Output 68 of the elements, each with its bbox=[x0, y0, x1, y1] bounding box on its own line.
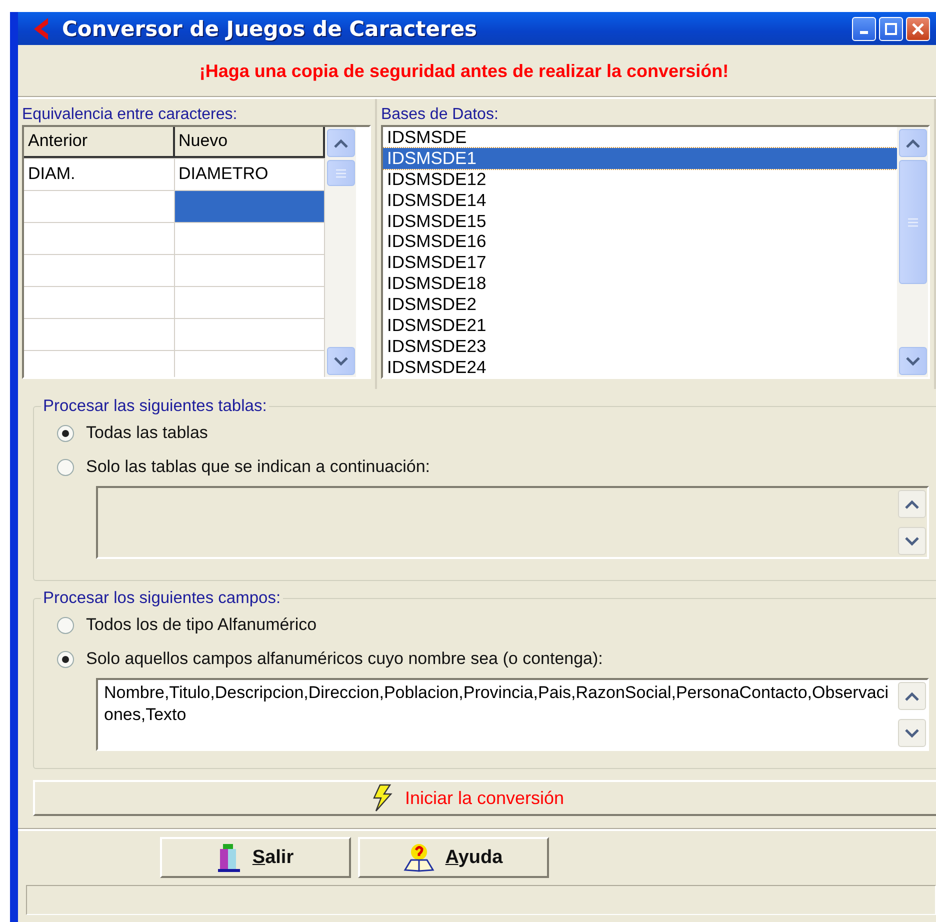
radio-button[interactable] bbox=[57, 616, 74, 634]
column-header[interactable]: Nuevo bbox=[174, 127, 325, 158]
table-cell[interactable] bbox=[174, 319, 325, 350]
radio-button[interactable] bbox=[57, 458, 74, 476]
maximize-icon bbox=[885, 22, 897, 34]
list-item[interactable]: IDSMSDE21 bbox=[383, 315, 897, 336]
chevron-up-icon bbox=[906, 138, 920, 148]
table-cell[interactable] bbox=[174, 255, 325, 286]
help-button[interactable]: Ayuda bbox=[358, 837, 548, 878]
list-item[interactable]: IDSMSDE15 bbox=[383, 210, 897, 232]
list-item[interactable]: IDSMSDE16 bbox=[383, 231, 897, 252]
scrollbar[interactable] bbox=[325, 127, 356, 377]
close-button[interactable] bbox=[906, 16, 930, 40]
scroll-thumb[interactable] bbox=[898, 160, 926, 284]
minimize-icon bbox=[860, 31, 868, 34]
grip-icon bbox=[334, 168, 346, 178]
panel-label: Equivalencia entre caracteres: bbox=[22, 105, 238, 125]
warning-text: ¡Haga una copia de seguridad antes de realizar la conversión! bbox=[199, 60, 729, 82]
list-item[interactable]: IDSMSDE2 bbox=[383, 294, 897, 316]
chevron-icon bbox=[32, 16, 50, 40]
minimize-button[interactable] bbox=[852, 16, 876, 40]
chevron-up-icon bbox=[334, 138, 348, 148]
building-icon bbox=[216, 842, 242, 872]
chevron-down-icon bbox=[334, 356, 348, 366]
maximize-button[interactable] bbox=[879, 16, 903, 40]
list-item[interactable]: IDSMSDE1 bbox=[383, 148, 897, 169]
scroll-up-button[interactable] bbox=[898, 129, 926, 157]
list-item[interactable]: IDSMSDE17 bbox=[383, 252, 897, 274]
table-cell[interactable]: DIAMETRO bbox=[174, 159, 325, 190]
window-title: Conversor de Juegos de Caracteres bbox=[62, 16, 478, 40]
radio-button[interactable] bbox=[57, 424, 74, 442]
group-title: Procesar las siguientes tablas: bbox=[42, 397, 268, 416]
table-cell[interactable] bbox=[174, 223, 325, 254]
lightning-icon bbox=[370, 784, 393, 812]
panel-label: Bases de Datos: bbox=[381, 105, 500, 125]
close-icon bbox=[912, 22, 924, 34]
chevron-down-icon bbox=[904, 536, 918, 546]
chevron-down-icon bbox=[906, 356, 920, 366]
text-area[interactable]: Nombre,Titulo,Descripcion,Direccion,Poblacion,Provincia,Pais,RazonSocial,PersonaContacto,Observaciones,Texto bbox=[96, 678, 929, 751]
radio-option[interactable]: Solo las tablas que se indican a continuación: bbox=[57, 450, 929, 484]
radio-option[interactable]: Todas las tablas bbox=[57, 416, 929, 450]
scroll-down-button[interactable] bbox=[898, 347, 926, 375]
chevron-up-icon bbox=[904, 500, 918, 508]
table-cell[interactable] bbox=[174, 191, 325, 222]
group-title: Procesar los siguientes campos: bbox=[42, 589, 282, 608]
help-book-icon bbox=[403, 842, 436, 872]
chevron-down-icon bbox=[904, 728, 918, 738]
exit-button[interactable]: Salir bbox=[160, 837, 350, 878]
list-item[interactable]: IDSMSDE12 bbox=[383, 168, 897, 190]
table-cell[interactable] bbox=[174, 351, 325, 377]
scroll-up-button[interactable] bbox=[326, 129, 354, 157]
scroll-down-button[interactable] bbox=[898, 719, 926, 747]
scroll-up-button[interactable] bbox=[898, 682, 926, 710]
chevron-up-icon bbox=[904, 692, 918, 700]
scroll-thumb[interactable] bbox=[326, 160, 354, 186]
list-item[interactable]: IDSMSDE18 bbox=[383, 273, 897, 294]
list-item[interactable]: IDSMSDE bbox=[383, 127, 897, 148]
scrollbar[interactable] bbox=[897, 127, 928, 377]
list-item[interactable]: IDSMSDE24 bbox=[383, 356, 897, 377]
table-cell[interactable] bbox=[174, 287, 325, 318]
scroll-down-button[interactable] bbox=[326, 347, 354, 375]
radio-button[interactable] bbox=[57, 650, 74, 668]
radio-option[interactable]: Todos los de tipo Alfanumérico bbox=[57, 608, 929, 642]
column-header[interactable]: Anterior bbox=[24, 127, 174, 158]
list-item[interactable]: IDSMSDE23 bbox=[383, 336, 897, 357]
radio-option[interactable]: Solo aquellos campos alfanuméricos cuyo nombre sea (o contenga): bbox=[57, 642, 929, 676]
grip-icon bbox=[906, 218, 918, 226]
list-item[interactable]: IDSMSDE14 bbox=[383, 190, 897, 211]
